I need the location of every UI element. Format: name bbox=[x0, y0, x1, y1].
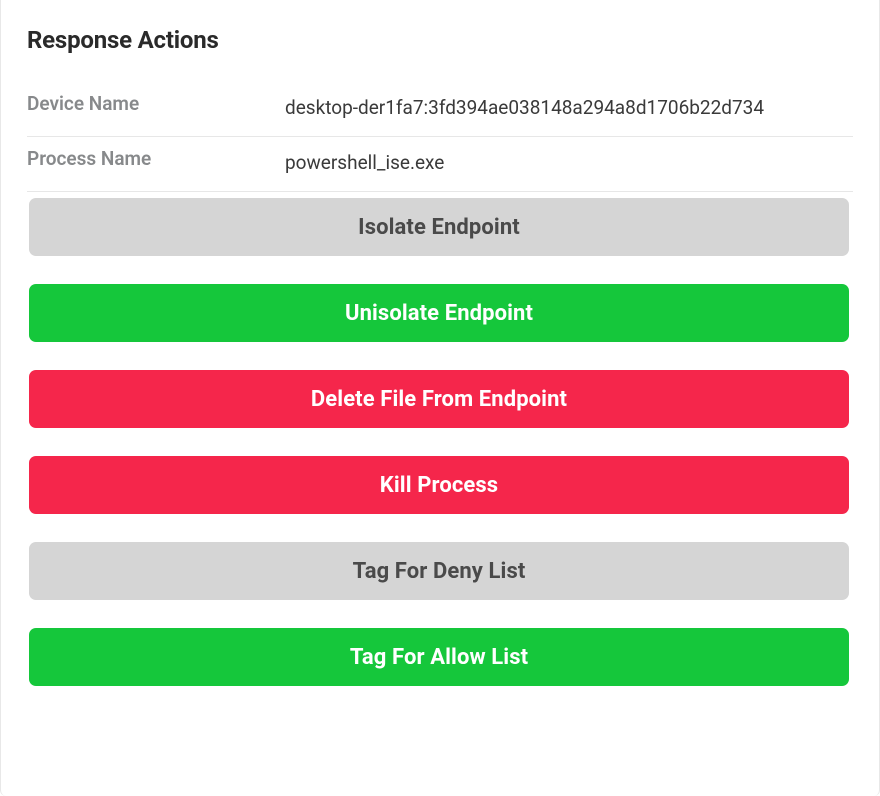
device-name-label: Device Name bbox=[27, 90, 285, 115]
response-actions-panel: Response Actions Device Name desktop-der… bbox=[1, 0, 879, 716]
process-name-row: Process Name powershell_ise.exe bbox=[27, 137, 853, 192]
isolate-endpoint-button[interactable]: Isolate Endpoint bbox=[29, 198, 849, 256]
action-buttons: Isolate Endpoint Unisolate Endpoint Dele… bbox=[27, 192, 853, 686]
kill-process-button[interactable]: Kill Process bbox=[29, 456, 849, 514]
process-name-value: powershell_ise.exe bbox=[285, 145, 853, 181]
process-name-label: Process Name bbox=[27, 145, 285, 170]
tag-deny-list-button[interactable]: Tag For Deny List bbox=[29, 542, 849, 600]
panel-title: Response Actions bbox=[27, 26, 853, 54]
tag-allow-list-button[interactable]: Tag For Allow List bbox=[29, 628, 849, 686]
unisolate-endpoint-button[interactable]: Unisolate Endpoint bbox=[29, 284, 849, 342]
device-name-value: desktop-der1fa7:3fd394ae038148a294a8d170… bbox=[285, 90, 853, 126]
device-name-row: Device Name desktop-der1fa7:3fd394ae0381… bbox=[27, 82, 853, 137]
delete-file-button[interactable]: Delete File From Endpoint bbox=[29, 370, 849, 428]
